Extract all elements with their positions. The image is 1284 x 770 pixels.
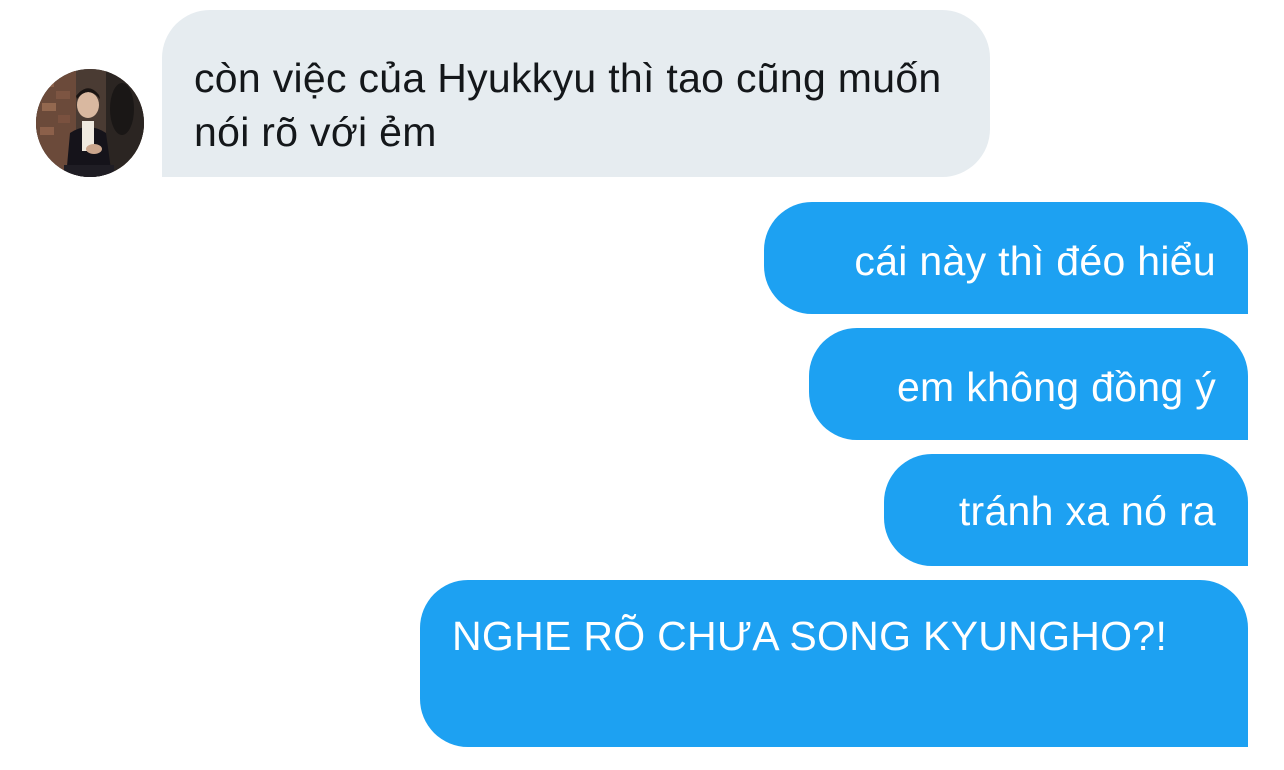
sender-avatar[interactable] [36, 69, 144, 177]
outgoing-message-bubble[interactable]: tránh xa nó ra [884, 454, 1248, 566]
incoming-message-bubble[interactable]: còn việc của Hyukkyu thì tao cũng muốn n… [162, 10, 990, 177]
outgoing-message-bubble[interactable]: cái này thì đéo hiểu [764, 202, 1248, 314]
conversation-view: còn việc của Hyukkyu thì tao cũng muốn n… [0, 0, 1284, 770]
avatar-photo-icon [36, 69, 144, 177]
outgoing-message-bubble[interactable]: em không đồng ý [809, 328, 1248, 440]
outgoing-message-bubble[interactable]: NGHE RÕ CHƯA SONG KYUNGHO?! [420, 580, 1248, 747]
